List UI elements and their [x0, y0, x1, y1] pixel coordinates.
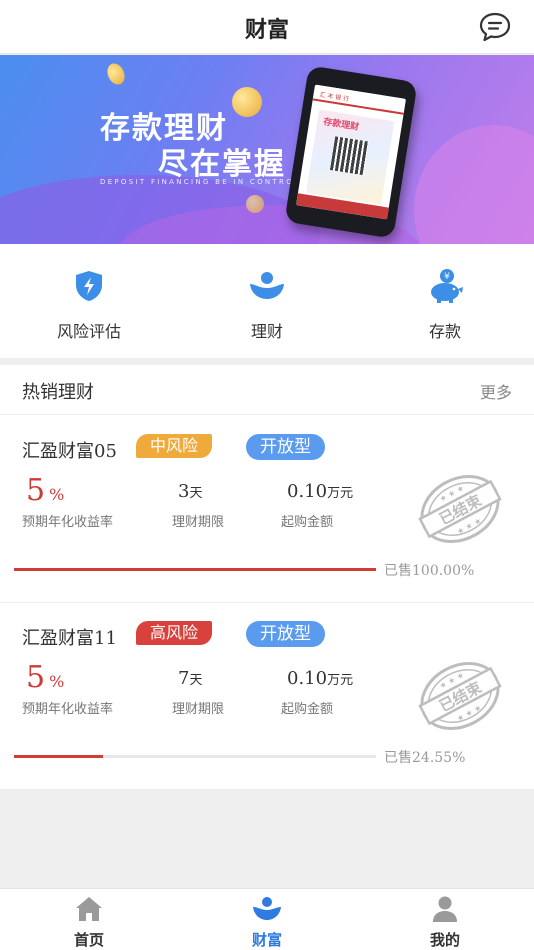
product-name: 汇盈财富05 [22, 441, 117, 462]
rate-value: 5 [26, 660, 46, 695]
home-icon [76, 897, 102, 921]
sold-label: 已售24.55% [384, 750, 466, 766]
shield-bolt-icon [76, 271, 102, 301]
piggy-bank-icon: ¥ [431, 269, 463, 303]
quick-item-label: 理财 [250, 322, 283, 341]
sold-progress-bar [14, 568, 376, 571]
term-caption: 理财期限 [172, 702, 225, 717]
min-amount-value: 0.10万元 [287, 481, 353, 502]
term-value: 3天 [178, 481, 202, 502]
quick-item-label: 存款 [428, 322, 461, 341]
min-amount-number: 0.10 [287, 668, 328, 689]
wealth-icon [253, 897, 281, 920]
svg-text:¥: ¥ [444, 272, 450, 282]
banner-wave [414, 125, 534, 244]
qr-code-icon [329, 136, 369, 176]
term-value: 7天 [178, 668, 202, 689]
min-amount-unit: 万元 [327, 673, 354, 688]
rate-value: 5 [26, 473, 46, 508]
term-number: 3 [178, 481, 190, 502]
wealth-icon [250, 272, 284, 299]
type-badge: 开放型 [246, 434, 325, 460]
tab-label: 首页 [73, 931, 104, 949]
risk-badge: 中风险 [136, 434, 213, 458]
more-link[interactable]: 更多 [480, 379, 512, 403]
term-number: 7 [178, 668, 190, 689]
rate-caption: 预期年化收益率 [22, 515, 114, 530]
phone-screen: 汇 丰 银 行 存款理财 [296, 84, 406, 220]
quick-item-wealth[interactable]: 理财 [207, 268, 327, 342]
quick-item-risk-assessment[interactable]: 风险评估 [29, 268, 149, 342]
phone-illustration: 汇 丰 银 行 存款理财 [284, 65, 418, 239]
min-amount-unit: 万元 [327, 486, 354, 501]
page-title: 财富 [244, 18, 289, 43]
top-bar: 财富 [0, 0, 534, 54]
tab-label: 我的 [429, 931, 460, 949]
sold-progress-fill [14, 568, 376, 571]
rate-unit: % [49, 672, 65, 691]
term-unit: 天 [189, 673, 203, 688]
quick-menu: 风险评估 理财 ¥ 存款 [0, 244, 534, 358]
section-header: 热销理财 更多 [0, 365, 534, 415]
ended-stamp-icon: 已结束 ★ ★ ★ ★ ★ ★ [418, 475, 502, 543]
hot-products-section: 热销理财 更多 汇盈财富05 中风险 开放型 5% 3天 0.10万元 预期年化… [0, 365, 534, 789]
min-amount-number: 0.10 [287, 481, 328, 502]
coin-icon [232, 87, 262, 117]
rate-unit: % [49, 485, 65, 504]
coin-icon [246, 195, 264, 213]
banner-subtitle: DEPOSIT FINANCING BE IN CONTROL [100, 178, 301, 186]
rate-caption: 预期年化收益率 [22, 702, 114, 717]
promo-banner[interactable]: 存款理财 尽在掌握 DEPOSIT FINANCING BE IN CONTRO… [0, 55, 534, 244]
quick-item-deposit[interactable]: ¥ 存款 [385, 268, 505, 342]
product-card[interactable]: 汇盈财富05 中风险 开放型 5% 3天 0.10万元 预期年化收益率 理财期限… [0, 417, 534, 603]
banner-headline-2: 尽在掌握 [158, 147, 286, 182]
risk-badge: 高风险 [136, 621, 213, 645]
expected-rate: 5% [26, 660, 64, 695]
tab-label: 财富 [251, 931, 282, 949]
tab-home[interactable]: 首页 [49, 895, 129, 950]
chat-bubble-icon[interactable] [478, 10, 512, 44]
min-amount-caption: 起购金额 [281, 702, 334, 717]
coin-icon [104, 60, 128, 88]
product-card[interactable]: 汇盈财富11 高风险 开放型 5% 7天 0.10万元 预期年化收益率 理财期限… [0, 604, 534, 790]
quick-item-label: 风险评估 [56, 322, 121, 341]
type-badge: 开放型 [246, 621, 325, 647]
product-name: 汇盈财富11 [22, 628, 117, 649]
user-icon [433, 896, 457, 922]
term-unit: 天 [189, 486, 203, 501]
tab-wealth[interactable]: 财富 [227, 895, 307, 950]
section-title: 热销理财 [22, 382, 94, 403]
sold-label: 已售100.00% [384, 563, 475, 579]
expected-rate: 5% [26, 473, 64, 508]
tab-mine[interactable]: 我的 [405, 895, 485, 950]
min-amount-caption: 起购金额 [281, 515, 334, 530]
sold-progress-fill [14, 755, 103, 758]
sold-progress-bar [14, 755, 376, 758]
bottom-tab-bar: 首页 财富 我的 [0, 888, 534, 950]
min-amount-value: 0.10万元 [287, 668, 353, 689]
term-caption: 理财期限 [172, 515, 225, 530]
ended-stamp-icon: 已结束 ★ ★ ★ ★ ★ ★ [418, 662, 502, 730]
